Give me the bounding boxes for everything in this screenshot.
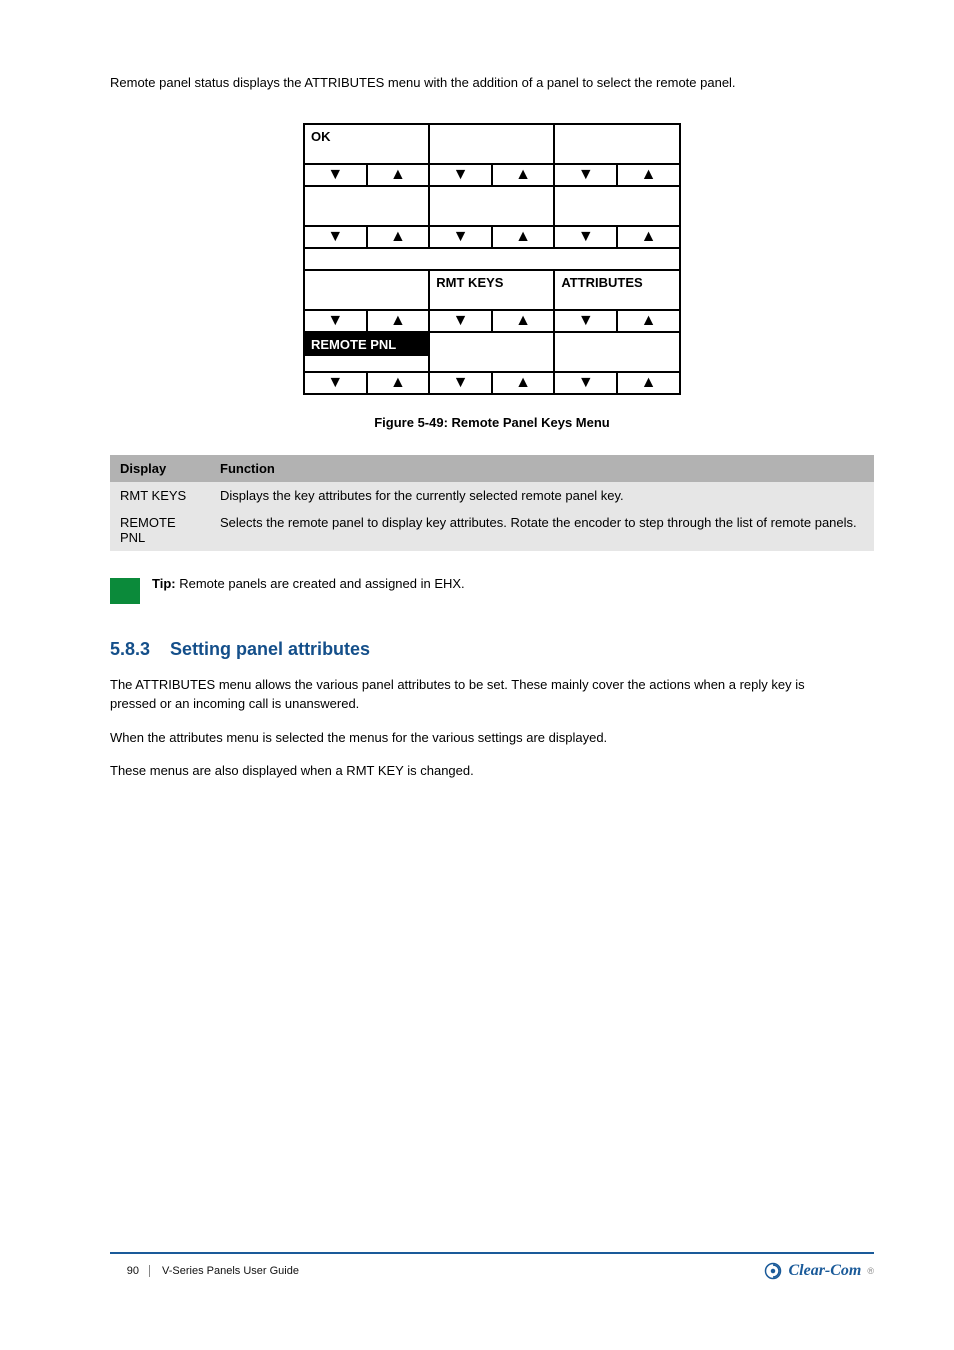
table-cell: RMT KEYS	[110, 482, 210, 509]
intro-paragraph: Remote panel status displays the ATTRIBU…	[110, 73, 850, 93]
arrow-up-icon: ▲	[617, 372, 680, 394]
footer-doc-title: V-Series Panels User Guide	[162, 1265, 764, 1277]
diagram-gap	[304, 248, 680, 270]
cell-ok: OK	[304, 124, 429, 164]
cell-r2c1	[304, 186, 429, 226]
table-cell: Displays the key attributes for the curr…	[210, 482, 874, 509]
cell-remote-pnl: REMOTE PNL	[304, 332, 429, 372]
page-footer: 90 V-Series Panels User Guide Clear-Com ®	[0, 1252, 954, 1280]
cell-r3c1	[304, 270, 429, 310]
arrow-down-icon: ▼	[429, 164, 492, 186]
brand-logo: Clear-Com ®	[764, 1262, 874, 1280]
arrow-down-icon: ▼	[304, 372, 367, 394]
table-row: RMT KEYS Displays the key attributes for…	[110, 482, 874, 509]
tip-block: Tip: Remote panels are created and assig…	[110, 576, 874, 604]
table-header-display: Display	[110, 455, 210, 482]
arrow-up-icon: ▲	[367, 164, 430, 186]
arrow-down-icon: ▼	[554, 310, 617, 332]
arrow-up-icon: ▲	[492, 226, 555, 248]
brand-name: Clear-Com	[788, 1262, 861, 1280]
arrow-down-icon: ▼	[429, 226, 492, 248]
clear-com-icon	[764, 1262, 782, 1280]
arrow-up-icon: ▲	[492, 310, 555, 332]
figure-caption: Figure 5-49: Remote Panel Keys Menu	[110, 415, 874, 430]
cell-r1c3	[554, 124, 680, 164]
arrow-down-icon: ▼	[429, 372, 492, 394]
arrow-up-icon: ▲	[492, 164, 555, 186]
body-paragraph: When the attributes menu is selected the…	[110, 728, 850, 748]
section-title: Setting panel attributes	[170, 639, 370, 659]
arrow-up-icon: ▲	[617, 164, 680, 186]
body-paragraph: These menus are also displayed when a RM…	[110, 761, 850, 781]
tip-label: Tip:	[152, 576, 176, 591]
table-row: REMOTE PNL Selects the remote panel to d…	[110, 509, 874, 551]
cell-r4c3	[554, 332, 680, 372]
arrow-down-icon: ▼	[304, 226, 367, 248]
cell-rmt-keys: RMT KEYS	[429, 270, 554, 310]
footer-rule	[110, 1252, 874, 1254]
body-paragraph: The ATTRIBUTES menu allows the various p…	[110, 675, 850, 714]
table-cell: Selects the remote panel to display key …	[210, 509, 874, 551]
arrow-up-icon: ▲	[492, 372, 555, 394]
cell-r1c2	[429, 124, 554, 164]
arrow-down-icon: ▼	[429, 310, 492, 332]
table-cell: REMOTE PNL	[110, 509, 210, 551]
cell-r2c3	[554, 186, 680, 226]
cell-attributes: ATTRIBUTES	[554, 270, 680, 310]
section-number: 5.8.3	[110, 639, 150, 659]
tip-text: Remote panels are created and assigned i…	[179, 576, 464, 591]
remote-panel-diagram: OK ▼ ▲ ▼ ▲ ▼ ▲ ▼ ▲ ▼ ▲ ▼ ▲	[303, 123, 681, 395]
section-heading: 5.8.3 Setting panel attributes	[110, 639, 874, 660]
arrow-down-icon: ▼	[304, 310, 367, 332]
table-header-function: Function	[210, 455, 874, 482]
arrow-up-icon: ▲	[367, 372, 430, 394]
arrow-up-icon: ▲	[367, 310, 430, 332]
arrow-up-icon: ▲	[617, 226, 680, 248]
attributes-table: Display Function RMT KEYS Displays the k…	[110, 455, 874, 551]
arrow-down-icon: ▼	[554, 164, 617, 186]
tip-icon	[110, 578, 140, 604]
page-number: 90	[110, 1265, 150, 1277]
arrow-down-icon: ▼	[554, 372, 617, 394]
arrow-down-icon: ▼	[304, 164, 367, 186]
arrow-up-icon: ▲	[617, 310, 680, 332]
cell-r4c2	[429, 332, 554, 372]
arrow-up-icon: ▲	[367, 226, 430, 248]
registered-mark: ®	[867, 1266, 874, 1276]
arrow-down-icon: ▼	[554, 226, 617, 248]
cell-r2c2	[429, 186, 554, 226]
